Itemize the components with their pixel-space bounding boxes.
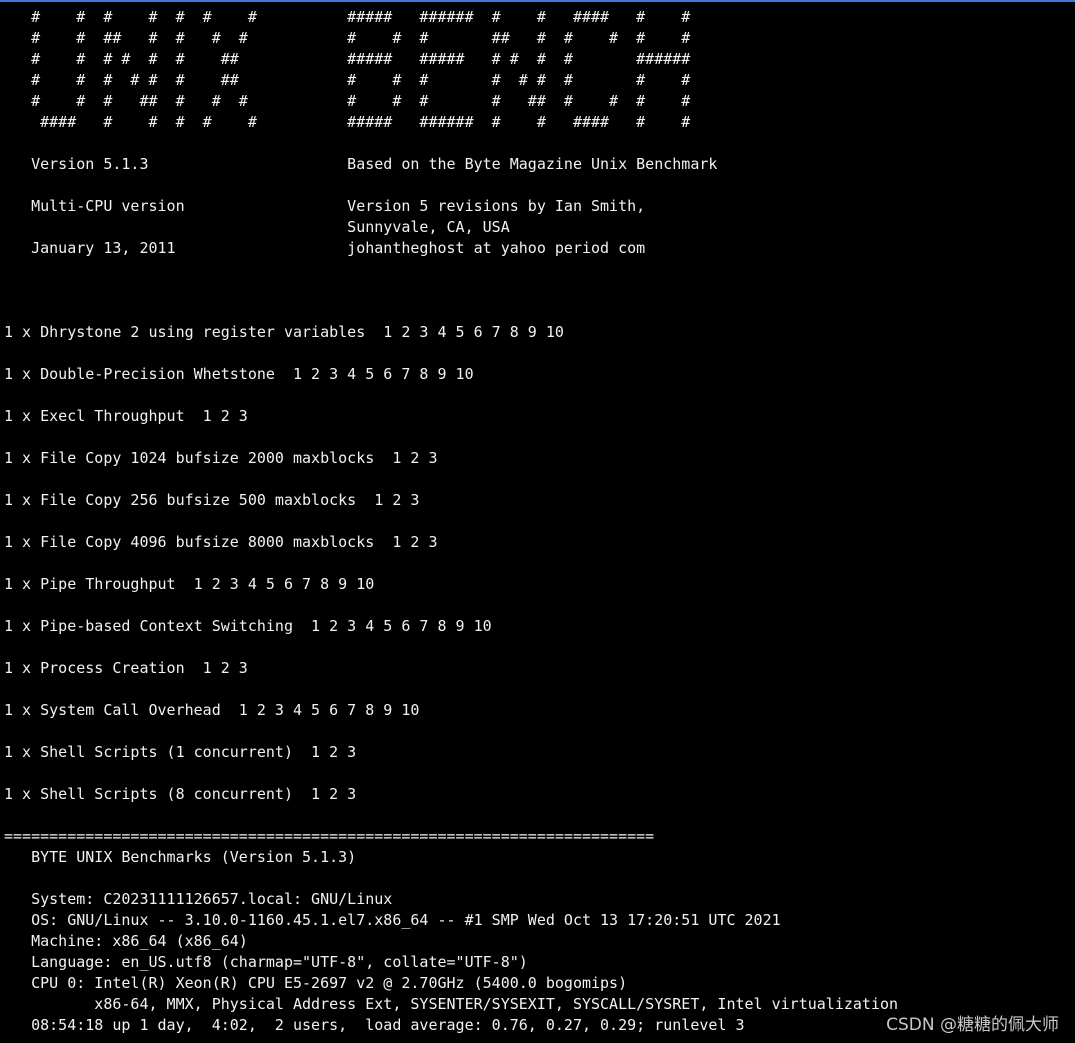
terminal-line: 1 x Process Creation 1 2 3 xyxy=(4,659,248,677)
terminal-line: 1 x File Copy 4096 bufsize 8000 maxblock… xyxy=(4,533,438,551)
terminal-line: 1 x Execl Throughput 1 2 3 xyxy=(4,407,248,425)
terminal-line: 1 x System Call Overhead 1 2 3 4 5 6 7 8… xyxy=(4,701,420,719)
terminal-line: 1 x Shell Scripts (1 concurrent) 1 2 3 xyxy=(4,743,357,761)
terminal-line: System: C20231111126657.local: GNU/Linux xyxy=(4,890,393,908)
csdn-watermark: CSDN @糖糖的佩大师 xyxy=(886,1015,1059,1035)
terminal-line: # # # # # # ## ##### ##### # # # # #####… xyxy=(4,50,691,68)
terminal-line: 1 x File Copy 1024 bufsize 2000 maxblock… xyxy=(4,449,438,467)
terminal-line: x86-64, MMX, Physical Address Ext, SYSEN… xyxy=(4,995,899,1013)
terminal-line: Multi-CPU version Version 5 revisions by… xyxy=(4,197,646,215)
terminal-line: BYTE UNIX Benchmarks (Version 5.1.3) xyxy=(4,848,357,866)
terminal-line: 1 x Pipe Throughput 1 2 3 4 5 6 7 8 9 10 xyxy=(4,575,375,593)
terminal-line: 1 x Double-Precision Whetstone 1 2 3 4 5… xyxy=(4,365,474,383)
terminal-line: 1 x Shell Scripts (8 concurrent) 1 2 3 xyxy=(4,785,357,803)
terminal-line: Language: en_US.utf8 (charmap="UTF-8", c… xyxy=(4,953,528,971)
terminal-line: Machine: x86_64 (x86_64) xyxy=(4,932,248,950)
terminal-line: 1 x Pipe-based Context Switching 1 2 3 4… xyxy=(4,617,492,635)
terminal-line: # # # # # # # ##### ###### # # #### # # xyxy=(4,8,691,26)
terminal-line: 08:54:18 up 1 day, 4:02, 2 users, load a… xyxy=(4,1016,745,1034)
terminal-line: # # # # # # ## # # # # # # # # # xyxy=(4,71,691,89)
terminal-line: 1 x Dhrystone 2 using register variables… xyxy=(4,323,564,341)
terminal-line: ========================================… xyxy=(4,827,655,845)
terminal-line: # # ## # # # # # # # ## # # # # # xyxy=(4,29,691,47)
window-top-border xyxy=(0,0,1075,2)
terminal-output[interactable]: # # # # # # # ##### ###### # # #### # # … xyxy=(4,7,1069,1037)
terminal-line: Version 5.1.3 Based on the Byte Magazine… xyxy=(4,155,718,173)
terminal-line: Sunnyvale, CA, USA xyxy=(4,218,510,236)
terminal-line: CPU 0: Intel(R) Xeon(R) CPU E5-2697 v2 @… xyxy=(4,974,628,992)
terminal-line: January 13, 2011 johantheghost at yahoo … xyxy=(4,239,646,257)
terminal-line: 1 x File Copy 256 bufsize 500 maxblocks … xyxy=(4,491,420,509)
terminal-line: #### # # # # # ##### ###### # # #### # # xyxy=(4,113,691,131)
terminal-line: OS: GNU/Linux -- 3.10.0-1160.45.1.el7.x8… xyxy=(4,911,781,929)
terminal-line: # # # ## # # # # # # # ## # # # # xyxy=(4,92,691,110)
